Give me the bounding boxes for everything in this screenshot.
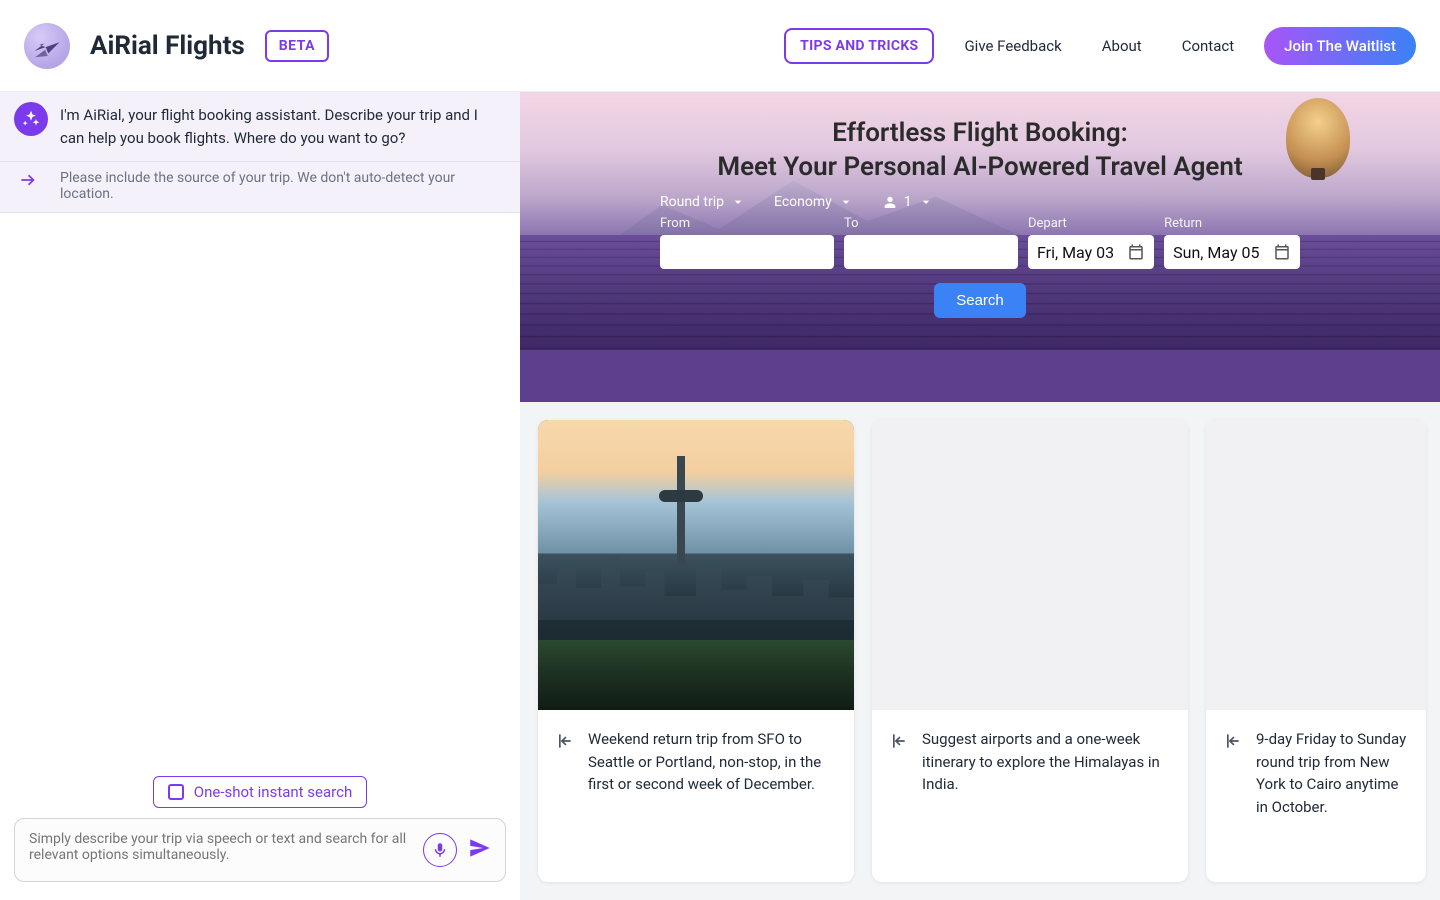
composer [14,818,506,882]
suggestion-card[interactable]: 9-day Friday to Sunday round trip from N… [1206,420,1426,882]
depart-value: Fri, May 03 [1037,243,1114,262]
chat-scroll[interactable]: I'm AiRial, your flight booking assistan… [0,92,520,764]
search-fields: From To Depart Fri, May 03 [660,216,1300,269]
chevron-down-icon [730,194,746,210]
to-input[interactable] [844,235,1018,269]
trip-type-select[interactable]: Round trip [660,194,746,210]
suggestion-card[interactable]: Weekend return trip from SFO to Seattle … [538,420,854,882]
return-value: Sun, May 05 [1173,243,1259,262]
insert-left-icon [888,731,908,751]
city-skyline [538,540,854,620]
chat-panel: I'm AiRial, your flight booking assistan… [0,92,520,900]
chat-input[interactable] [27,829,413,871]
chevron-down-icon [918,194,934,210]
search-button[interactable]: Search [934,283,1026,318]
search-panel: Round trip Economy 1 From [660,194,1300,318]
insert-left-icon [554,731,574,751]
arrow-right-icon [18,170,38,194]
card-prompt: Weekend return trip from SFO to Seattle … [588,728,838,796]
cabin-select[interactable]: Economy [774,194,854,210]
trip-type-value: Round trip [660,194,724,210]
calendar-icon [1273,243,1291,261]
assistant-text: I'm AiRial, your flight booking assistan… [60,106,478,147]
airplane-icon [32,31,62,61]
brand-name: AiRial Flights [90,31,245,61]
passenger-value: 1 [904,194,912,210]
return-date-picker[interactable]: Sun, May 05 [1164,235,1300,269]
insert-left-icon [1222,731,1242,751]
nav-feedback[interactable]: Give Feedback [954,31,1071,61]
app-header: AiRial Flights BETA TIPS AND TRICKS Give… [0,0,1440,92]
hero-title-line1: Effortless Flight Booking: [520,118,1440,148]
from-input[interactable] [660,235,834,269]
send-button[interactable] [467,835,493,865]
beta-badge: BETA [265,30,329,62]
suggestion-card[interactable]: Suggest airports and a one-week itinerar… [872,420,1188,882]
card-image [872,420,1188,710]
assistant-message: I'm AiRial, your flight booking assistan… [0,92,520,162]
to-label: To [844,216,1018,231]
return-label: Return [1164,216,1300,231]
search-selectors: Round trip Economy 1 [660,194,1300,210]
passenger-select[interactable]: 1 [882,194,934,210]
hint-text: Please include the source of your trip. … [60,170,455,202]
card-image [1206,420,1426,710]
chevron-down-icon [838,194,854,210]
card-prompt: 9-day Friday to Sunday round trip from N… [1256,728,1410,818]
assistant-hint: Please include the source of your trip. … [0,162,520,213]
calendar-icon [1127,243,1145,261]
nav-about[interactable]: About [1092,31,1152,61]
space-needle-icon [677,456,685,566]
hero: Effortless Flight Booking: Meet Your Per… [520,92,1440,402]
mic-icon [431,841,449,859]
card-prompt: Suggest airports and a one-week itinerar… [922,728,1172,796]
depart-date-picker[interactable]: Fri, May 03 [1028,235,1154,269]
checkbox-icon [168,784,184,800]
cabin-value: Economy [774,194,832,210]
composer-area: One-shot instant search [0,764,520,900]
tips-button[interactable]: TIPS AND TRICKS [784,28,934,64]
suggestion-cards[interactable]: Weekend return trip from SFO to Seattle … [520,402,1440,900]
mic-button[interactable] [423,833,457,867]
nav-contact[interactable]: Contact [1172,31,1244,61]
brand-logo [24,23,70,69]
hero-title-line2: Meet Your Personal AI-Powered Travel Age… [520,152,1440,182]
from-label: From [660,216,834,231]
person-icon [882,194,898,210]
card-image [538,420,854,710]
oneshot-toggle[interactable]: One-shot instant search [153,776,367,808]
oneshot-label: One-shot instant search [194,783,352,801]
depart-label: Depart [1028,216,1154,231]
assistant-avatar [14,102,48,136]
main-panel: Effortless Flight Booking: Meet Your Per… [520,92,1440,900]
trees [538,640,854,710]
sparkle-icon [21,109,41,129]
send-icon [467,835,493,861]
join-waitlist-button[interactable]: Join The Waitlist [1264,27,1416,65]
